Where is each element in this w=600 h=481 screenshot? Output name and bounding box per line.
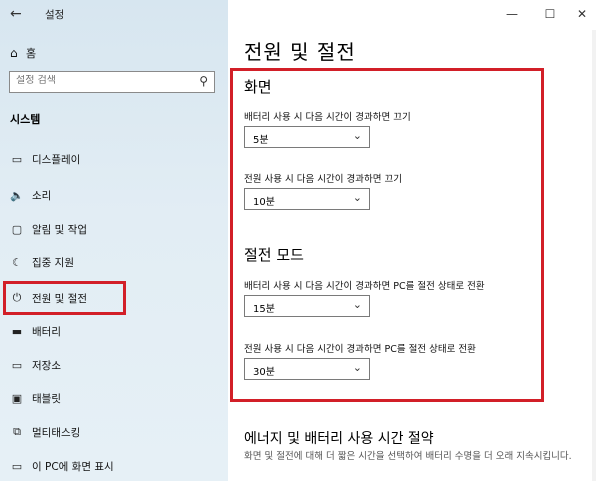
close-button[interactable]: ✕ <box>567 4 597 24</box>
sidebar-item-label: 이 PC에 화면 표시 <box>32 460 114 473</box>
battery-icon: ▬ <box>11 324 23 338</box>
maximize-button[interactable]: ☐ <box>535 4 565 24</box>
screen-power-select[interactable]: 10분 ⌄ <box>244 188 370 210</box>
storage-icon: ▭ <box>11 358 23 372</box>
sidebar-item-label: 저장소 <box>32 359 61 372</box>
sidebar-item-multitasking[interactable]: ⧉ 멀티태스킹 <box>0 421 228 443</box>
home-label: 홈 <box>26 47 37 60</box>
search-input[interactable] <box>16 75 186 86</box>
section-title: 시스템 <box>10 113 41 126</box>
multitasking-icon: ⧉ <box>13 425 21 438</box>
select-value: 15분 <box>253 304 275 315</box>
sidebar: ⌂ 홈 ⚲ 시스템 ▭ 디스플레이 🔈 소리 ▢ 알림 및 작업 ☾ 집중 지원… <box>0 0 228 481</box>
search-icon[interactable]: ⚲ <box>199 74 208 88</box>
minimize-button[interactable]: — <box>497 4 527 24</box>
screen-power-label: 전원 사용 시 다음 시간이 경과하면 끄기 <box>244 174 402 185</box>
home-icon: ⌂ <box>10 46 18 60</box>
sidebar-item-battery[interactable]: ▬ 배터리 <box>0 320 228 342</box>
notification-icon: ▢ <box>11 222 23 236</box>
energy-heading: 에너지 및 배터리 사용 시간 절약 <box>244 431 434 447</box>
sidebar-item-label: 디스플레이 <box>32 153 81 166</box>
sleep-battery-select[interactable]: 15분 ⌄ <box>244 295 370 317</box>
display-icon: ▭ <box>11 152 23 166</box>
page-title: 전원 및 절전 <box>244 40 356 64</box>
select-value: 5분 <box>253 135 269 146</box>
sidebar-item-tablet[interactable]: ▣ 태블릿 <box>0 387 228 409</box>
screen-heading: 화면 <box>244 78 272 96</box>
sidebar-item-label: 집중 지원 <box>32 256 74 269</box>
sidebar-item-label: 알림 및 작업 <box>32 223 87 236</box>
title-bar: ← 설정 — ☐ ✕ <box>0 0 600 30</box>
chevron-down-icon: ⌄ <box>352 361 362 374</box>
moon-icon: ☾ <box>12 255 22 269</box>
speaker-icon: 🔈 <box>10 188 24 202</box>
sidebar-item-focus[interactable]: ☾ 집중 지원 <box>0 251 228 273</box>
sidebar-item-project[interactable]: ▭ 이 PC에 화면 표시 <box>0 455 228 477</box>
sleep-power-select[interactable]: 30분 ⌄ <box>244 358 370 380</box>
sleep-power-label: 전원 사용 시 다음 시간이 경과하면 PC를 절전 상태로 전환 <box>244 344 476 355</box>
select-value: 10분 <box>253 197 275 208</box>
chevron-down-icon: ⌄ <box>352 191 362 204</box>
back-button[interactable]: ← <box>10 5 30 23</box>
main-content: 전원 및 절전 화면 배터리 사용 시 다음 시간이 경과하면 끄기 5분 ⌄ … <box>228 30 600 481</box>
energy-description: 화면 및 절전에 대해 더 짧은 시간을 선택하여 배터리 수명을 더 오래 지… <box>244 451 572 462</box>
sidebar-item-label: 배터리 <box>32 325 61 338</box>
highlight-frame <box>3 281 126 315</box>
window-title: 설정 <box>45 9 65 21</box>
sidebar-item-display[interactable]: ▭ 디스플레이 <box>0 148 228 170</box>
screen-battery-select[interactable]: 5분 ⌄ <box>244 126 370 148</box>
sidebar-item-storage[interactable]: ▭ 저장소 <box>0 354 228 376</box>
sidebar-item-sound[interactable]: 🔈 소리 <box>0 184 228 206</box>
sidebar-item-label: 소리 <box>32 189 52 202</box>
sidebar-item-home[interactable]: ⌂ 홈 <box>10 44 36 62</box>
select-value: 30분 <box>253 367 275 378</box>
sleep-battery-label: 배터리 사용 시 다음 시간이 경과하면 PC를 절전 상태로 전환 <box>244 281 485 292</box>
scrollbar[interactable] <box>592 30 596 481</box>
chevron-down-icon: ⌄ <box>352 129 362 142</box>
tablet-icon: ▣ <box>11 391 23 405</box>
search-box[interactable]: ⚲ <box>9 71 215 93</box>
chevron-down-icon: ⌄ <box>352 298 362 311</box>
sleep-heading: 절전 모드 <box>244 246 304 264</box>
sidebar-item-notifications[interactable]: ▢ 알림 및 작업 <box>0 218 228 240</box>
project-icon: ▭ <box>11 459 23 473</box>
sidebar-item-label: 태블릿 <box>32 392 61 405</box>
sidebar-item-label: 멀티태스킹 <box>32 426 81 439</box>
screen-battery-label: 배터리 사용 시 다음 시간이 경과하면 끄기 <box>244 112 411 123</box>
